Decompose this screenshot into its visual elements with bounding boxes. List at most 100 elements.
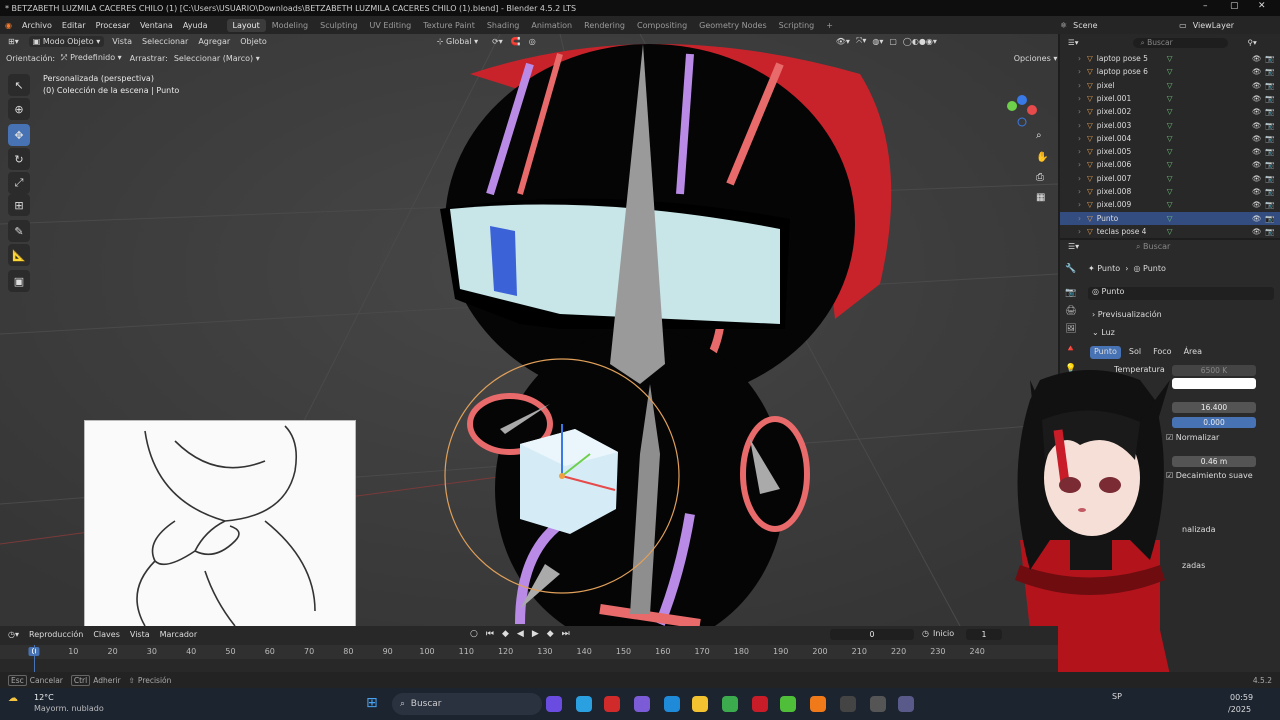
- visibility-eye-icon[interactable]: 👁: [1252, 160, 1262, 169]
- play-icon[interactable]: ▶: [532, 629, 539, 639]
- telegram-icon[interactable]: [576, 696, 592, 712]
- taskbar-app-icon[interactable]: [604, 696, 620, 712]
- taskbar-app2-icon[interactable]: [870, 696, 886, 712]
- visibility-eye-icon[interactable]: 👁: [1252, 67, 1262, 76]
- snap-icon[interactable]: 🧲: [511, 37, 521, 46]
- menu-vista[interactable]: Vista: [112, 37, 132, 46]
- expand-icon[interactable]: ›: [1078, 134, 1081, 143]
- drag-dropdown[interactable]: Seleccionar (Marco) ▾: [174, 54, 260, 63]
- mode-selector[interactable]: ▣ Modo Objeto ▾: [28, 35, 105, 47]
- outliner-row[interactable]: › ▽ pixel.005 ▽ 👁 📷: [1060, 145, 1280, 158]
- menu-ventana[interactable]: Ventana: [135, 21, 178, 30]
- scene-name[interactable]: Scene: [1073, 21, 1143, 30]
- visibility-eye-icon[interactable]: 👁: [1252, 94, 1262, 103]
- view-layer-tab-icon[interactable]: 🖼: [1064, 324, 1078, 338]
- render-camera-icon[interactable]: 📷: [1265, 174, 1274, 183]
- light-type-area[interactable]: Área: [1180, 346, 1206, 359]
- zoom-icon[interactable]: ⌕: [1036, 130, 1042, 141]
- outliner-row[interactable]: › ▽ pixel ▽ 👁 📷: [1060, 79, 1280, 92]
- render-camera-icon[interactable]: 📷: [1265, 94, 1274, 103]
- visibility-eye-icon[interactable]: 👁: [1252, 227, 1262, 236]
- pan-hand-icon[interactable]: ✋: [1036, 152, 1048, 163]
- scene-tab-icon[interactable]: 🔺: [1064, 344, 1078, 358]
- light-type-point[interactable]: Punto: [1090, 346, 1121, 359]
- jump-start-icon[interactable]: ⏮: [486, 629, 494, 639]
- record-icon[interactable]: ○: [470, 629, 478, 639]
- xray-icon[interactable]: ▢: [889, 37, 897, 46]
- outliner-row[interactable]: › ▽ pixel.001 ▽ 👁 📷: [1060, 92, 1280, 105]
- outliner-row[interactable]: › ▽ pixel.007 ▽ 👁 📷: [1060, 172, 1280, 185]
- visibility-eye-icon[interactable]: 👁: [1252, 121, 1262, 130]
- tab-modeling[interactable]: Modeling: [266, 19, 314, 32]
- menu-archivo[interactable]: Archivo: [17, 21, 57, 30]
- tab-geometry-nodes[interactable]: Geometry Nodes: [693, 19, 772, 32]
- annotate-tool-icon[interactable]: ✎: [8, 220, 30, 242]
- properties-search[interactable]: ⌕ Buscar: [1136, 242, 1170, 252]
- grid-icon[interactable]: ▦: [1036, 192, 1045, 203]
- menu-vista-timeline[interactable]: Vista: [130, 630, 150, 639]
- expand-icon[interactable]: ›: [1078, 174, 1081, 183]
- expand-icon[interactable]: ›: [1078, 94, 1081, 103]
- editor-type-icon[interactable]: ⊞▾: [8, 37, 19, 46]
- outliner-row[interactable]: › ▽ pixel.003 ▽ 👁 📷: [1060, 119, 1280, 132]
- visibility-eye-icon[interactable]: 👁: [1252, 147, 1262, 156]
- render-camera-icon[interactable]: 📷: [1265, 147, 1274, 156]
- blender-logo-icon[interactable]: ◉: [0, 21, 17, 30]
- transform-orientation[interactable]: ⊹ Global ▾: [437, 37, 478, 46]
- chrome-icon[interactable]: [722, 696, 738, 712]
- discord-icon[interactable]: [634, 696, 650, 712]
- outliner-row[interactable]: › ▽ laptop pose 5 ▽ 👁 📷: [1060, 52, 1280, 65]
- rotate-tool-icon[interactable]: ↻: [8, 148, 30, 170]
- menu-procesar[interactable]: Procesar: [91, 21, 135, 30]
- minimize-icon[interactable]: –: [1203, 1, 1208, 11]
- outliner-row[interactable]: › ▽ pixel.008 ▽ 👁 📷: [1060, 185, 1280, 198]
- start-frame-field[interactable]: 1: [966, 629, 1002, 640]
- expand-icon[interactable]: ›: [1078, 121, 1081, 130]
- file-explorer-icon[interactable]: [692, 696, 708, 712]
- outliner-row[interactable]: › ▽ teclas pose 4 ▽ 👁 📷: [1060, 225, 1280, 238]
- camera-icon[interactable]: ⎙: [1036, 172, 1044, 183]
- windows-start-icon[interactable]: ⊞: [366, 695, 378, 711]
- opera-icon[interactable]: [752, 696, 768, 712]
- tab-layout[interactable]: Layout: [226, 18, 266, 32]
- gizmo-icon[interactable]: ⤧▾: [856, 36, 866, 46]
- menu-claves[interactable]: Claves: [93, 630, 120, 639]
- overlay-icon[interactable]: ◍▾: [872, 37, 883, 46]
- timeline-editor-icon[interactable]: ◷▾: [8, 630, 19, 639]
- render-camera-icon[interactable]: 📷: [1265, 81, 1274, 90]
- outliner-row[interactable]: › ▽ pixel.004 ▽ 👁 📷: [1060, 132, 1280, 145]
- tab-rendering[interactable]: Rendering: [578, 19, 631, 32]
- visibility-eye-icon[interactable]: 👁: [1252, 174, 1262, 183]
- cursor-tool-icon[interactable]: ⊕: [8, 98, 30, 120]
- move-tool-icon[interactable]: ✥: [8, 124, 30, 146]
- clock-time[interactable]: 00:59: [1230, 693, 1253, 702]
- filter-icon[interactable]: ⚲▾: [1248, 38, 1257, 47]
- expand-icon[interactable]: ›: [1078, 187, 1081, 196]
- visibility-eye-icon[interactable]: 👁: [1252, 187, 1262, 196]
- render-camera-icon[interactable]: 📷: [1265, 160, 1274, 169]
- maximize-icon[interactable]: ▢: [1230, 1, 1239, 11]
- play-reverse-icon[interactable]: ◀: [517, 629, 524, 639]
- tool-tab-icon[interactable]: 🔧: [1064, 264, 1078, 278]
- expand-icon[interactable]: ›: [1078, 214, 1081, 223]
- shading-modes-icon[interactable]: ◯◐●◉▾: [903, 37, 937, 46]
- light-type-sun[interactable]: Sol: [1125, 346, 1145, 359]
- expand-icon[interactable]: ›: [1078, 200, 1081, 209]
- visibility-icon[interactable]: 👁▾: [836, 37, 850, 46]
- expand-icon[interactable]: ›: [1078, 81, 1081, 90]
- menu-marcador[interactable]: Marcador: [160, 630, 197, 639]
- obs-icon[interactable]: [840, 696, 856, 712]
- menu-seleccionar[interactable]: Seleccionar: [142, 37, 188, 46]
- menu-ayuda[interactable]: Ayuda: [178, 21, 213, 30]
- expand-icon[interactable]: ›: [1078, 227, 1081, 236]
- render-camera-icon[interactable]: 📷: [1265, 214, 1274, 223]
- tab-compositing[interactable]: Compositing: [631, 19, 693, 32]
- options-dropdown[interactable]: Opciones ▾: [1014, 54, 1058, 63]
- expand-icon[interactable]: ›: [1078, 54, 1081, 63]
- outliner-row[interactable]: › ▽ pixel.002 ▽ 👁 📷: [1060, 105, 1280, 118]
- light-panel-header[interactable]: ⌄ Luz: [1092, 328, 1115, 337]
- close-icon[interactable]: ✕: [1258, 1, 1266, 11]
- render-camera-icon[interactable]: 📷: [1265, 121, 1274, 130]
- outliner-row[interactable]: › ▽ laptop pose 6 ▽ 👁 📷: [1060, 65, 1280, 78]
- scale-tool-icon[interactable]: ⤢: [8, 172, 30, 194]
